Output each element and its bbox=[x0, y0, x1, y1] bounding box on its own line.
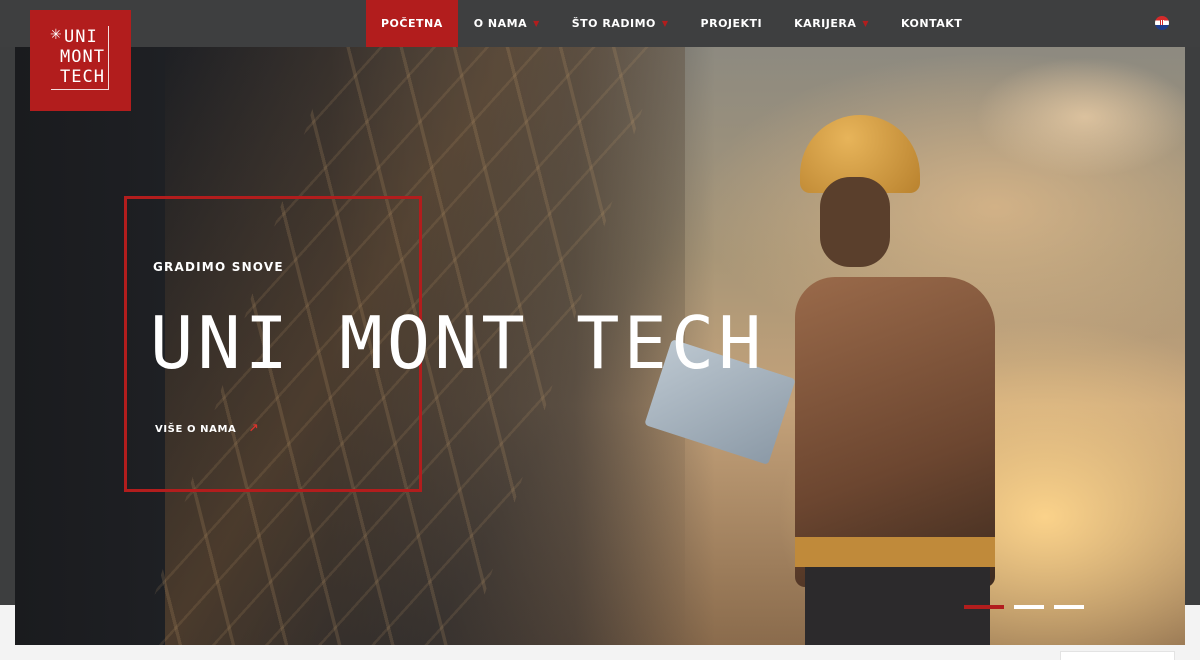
chevron-down-icon: ▼ bbox=[862, 19, 870, 28]
main-menu: POČETNA O NAMA ▼ ŠTO RADIMO ▼ PROJEKTI K… bbox=[366, 0, 978, 47]
hero-tagline: GRADIMO SNOVE bbox=[153, 260, 284, 274]
worker-head bbox=[820, 177, 890, 267]
logo-text-line-1: UNI bbox=[64, 27, 98, 47]
logo-text-line-2: MONT bbox=[60, 47, 105, 67]
nav-item-label: ŠTO RADIMO bbox=[571, 17, 656, 30]
slider-dot-1[interactable] bbox=[964, 605, 1004, 609]
nav-item-karijera[interactable]: KARIJERA ▼ bbox=[778, 0, 885, 47]
chevron-down-icon: ▼ bbox=[661, 19, 669, 28]
hero-title: UNI MONT TECH bbox=[150, 301, 766, 385]
logo-text-line-3: TECH bbox=[60, 67, 105, 87]
nav-item-o-nama[interactable]: O NAMA ▼ bbox=[458, 0, 556, 47]
nav-item-sto-radimo[interactable]: ŠTO RADIMO ▼ bbox=[556, 0, 685, 47]
nav-item-kontakt[interactable]: KONTAKT bbox=[885, 0, 978, 47]
page-bottom-strip bbox=[0, 645, 1200, 660]
nav-item-label: KARIJERA bbox=[794, 17, 857, 30]
sky-cloud bbox=[975, 57, 1185, 177]
page-right-margin bbox=[1185, 605, 1200, 660]
sunburst-icon: ✳ bbox=[50, 27, 62, 43]
nav-item-pocetna[interactable]: POČETNA bbox=[366, 0, 458, 47]
croatia-flag-icon[interactable] bbox=[1155, 16, 1169, 30]
more-about-us-link[interactable]: VIŠE O NAMA ↗ bbox=[155, 421, 259, 435]
nav-item-projekti[interactable]: PROJEKTI bbox=[685, 0, 779, 47]
nav-item-label: KONTAKT bbox=[901, 17, 963, 30]
slider-pagination bbox=[964, 605, 1084, 609]
nav-item-label: O NAMA bbox=[473, 17, 528, 30]
slider-dot-3[interactable] bbox=[1054, 605, 1084, 609]
tool-belt bbox=[795, 537, 995, 567]
arrow-up-right-icon: ↗ bbox=[248, 421, 260, 435]
slider-dot-2[interactable] bbox=[1014, 605, 1044, 609]
nav-item-label: PROJEKTI bbox=[700, 17, 763, 30]
worker-pants bbox=[805, 567, 990, 645]
more-about-us-label: VIŠE O NAMA bbox=[155, 424, 237, 435]
nav-item-label: POČETNA bbox=[381, 17, 443, 30]
page-left-margin bbox=[0, 605, 15, 660]
corner-widget[interactable] bbox=[1060, 651, 1175, 660]
site-logo[interactable]: ✳ UNI MONT TECH bbox=[30, 10, 131, 111]
chevron-down-icon: ▼ bbox=[533, 19, 540, 28]
